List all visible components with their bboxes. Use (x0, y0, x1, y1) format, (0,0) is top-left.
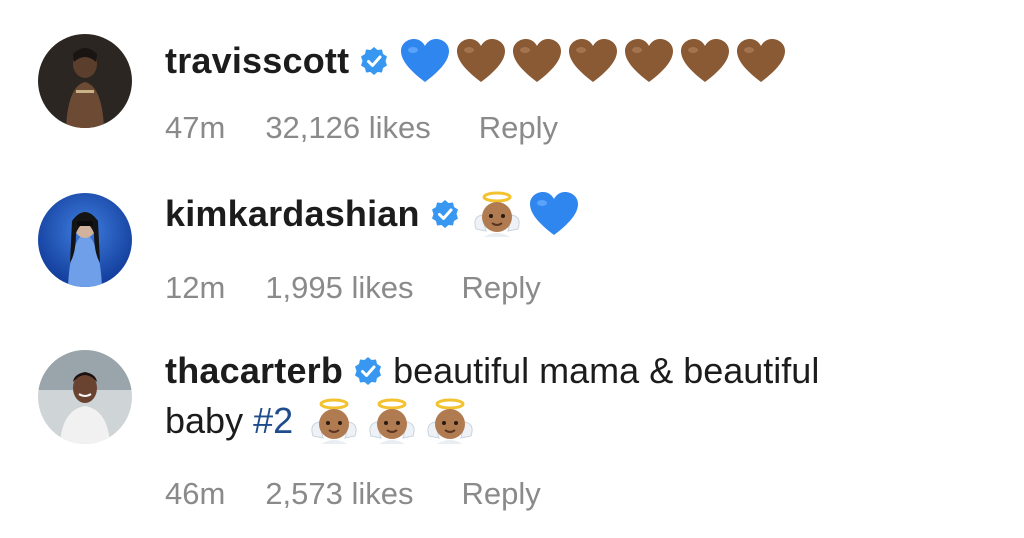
verified-badge-icon (359, 46, 389, 76)
reply-button[interactable]: Reply (462, 476, 541, 512)
comment-meta: 47m 32,126 likes Reply (165, 110, 558, 146)
verified-badge-icon (430, 199, 460, 229)
brown-heart-icon (735, 38, 787, 84)
comment-text: beautiful mama & beautiful (393, 350, 820, 391)
hashtag-link[interactable]: #2 (253, 400, 293, 442)
brown-heart-icon (623, 38, 675, 84)
reply-button[interactable]: Reply (462, 270, 541, 306)
baby-angel-icon (470, 189, 524, 239)
comment-likes[interactable]: 32,126 likes (265, 110, 430, 146)
comment-emojis (399, 38, 787, 84)
verified-badge-icon (353, 356, 383, 386)
brown-heart-icon (679, 38, 731, 84)
avatar-travisscott[interactable] (38, 34, 132, 128)
baby-angel-icon (365, 396, 419, 446)
blue-heart-icon (399, 38, 451, 84)
comment-likes[interactable]: 2,573 likes (265, 476, 413, 512)
baby-angel-icon (423, 396, 477, 446)
baby-angel-icon (307, 396, 361, 446)
avatar-thacarterb[interactable] (38, 350, 132, 444)
reply-button[interactable]: Reply (479, 110, 558, 146)
comment-time: 46m (165, 476, 226, 511)
comment-meta: 46m 2,573 likes Reply (165, 476, 541, 512)
comment-username[interactable]: kimkardashian (165, 193, 420, 235)
comment-text-continued: baby (165, 400, 244, 441)
comment-time: 12m (165, 270, 226, 305)
brown-heart-icon (455, 38, 507, 84)
brown-heart-icon (511, 38, 563, 84)
comment-time: 47m (165, 110, 226, 145)
comment-emojis (307, 396, 477, 446)
blue-heart-icon (528, 191, 580, 237)
comment-username[interactable]: travisscott (165, 40, 349, 82)
comment-emojis (470, 189, 580, 239)
comment-username[interactable]: thacarterb (165, 350, 343, 392)
comment-meta: 12m 1,995 likes Reply (165, 270, 541, 306)
avatar-kimkardashian[interactable] (38, 193, 132, 287)
comment-likes[interactable]: 1,995 likes (265, 270, 413, 306)
brown-heart-icon (567, 38, 619, 84)
